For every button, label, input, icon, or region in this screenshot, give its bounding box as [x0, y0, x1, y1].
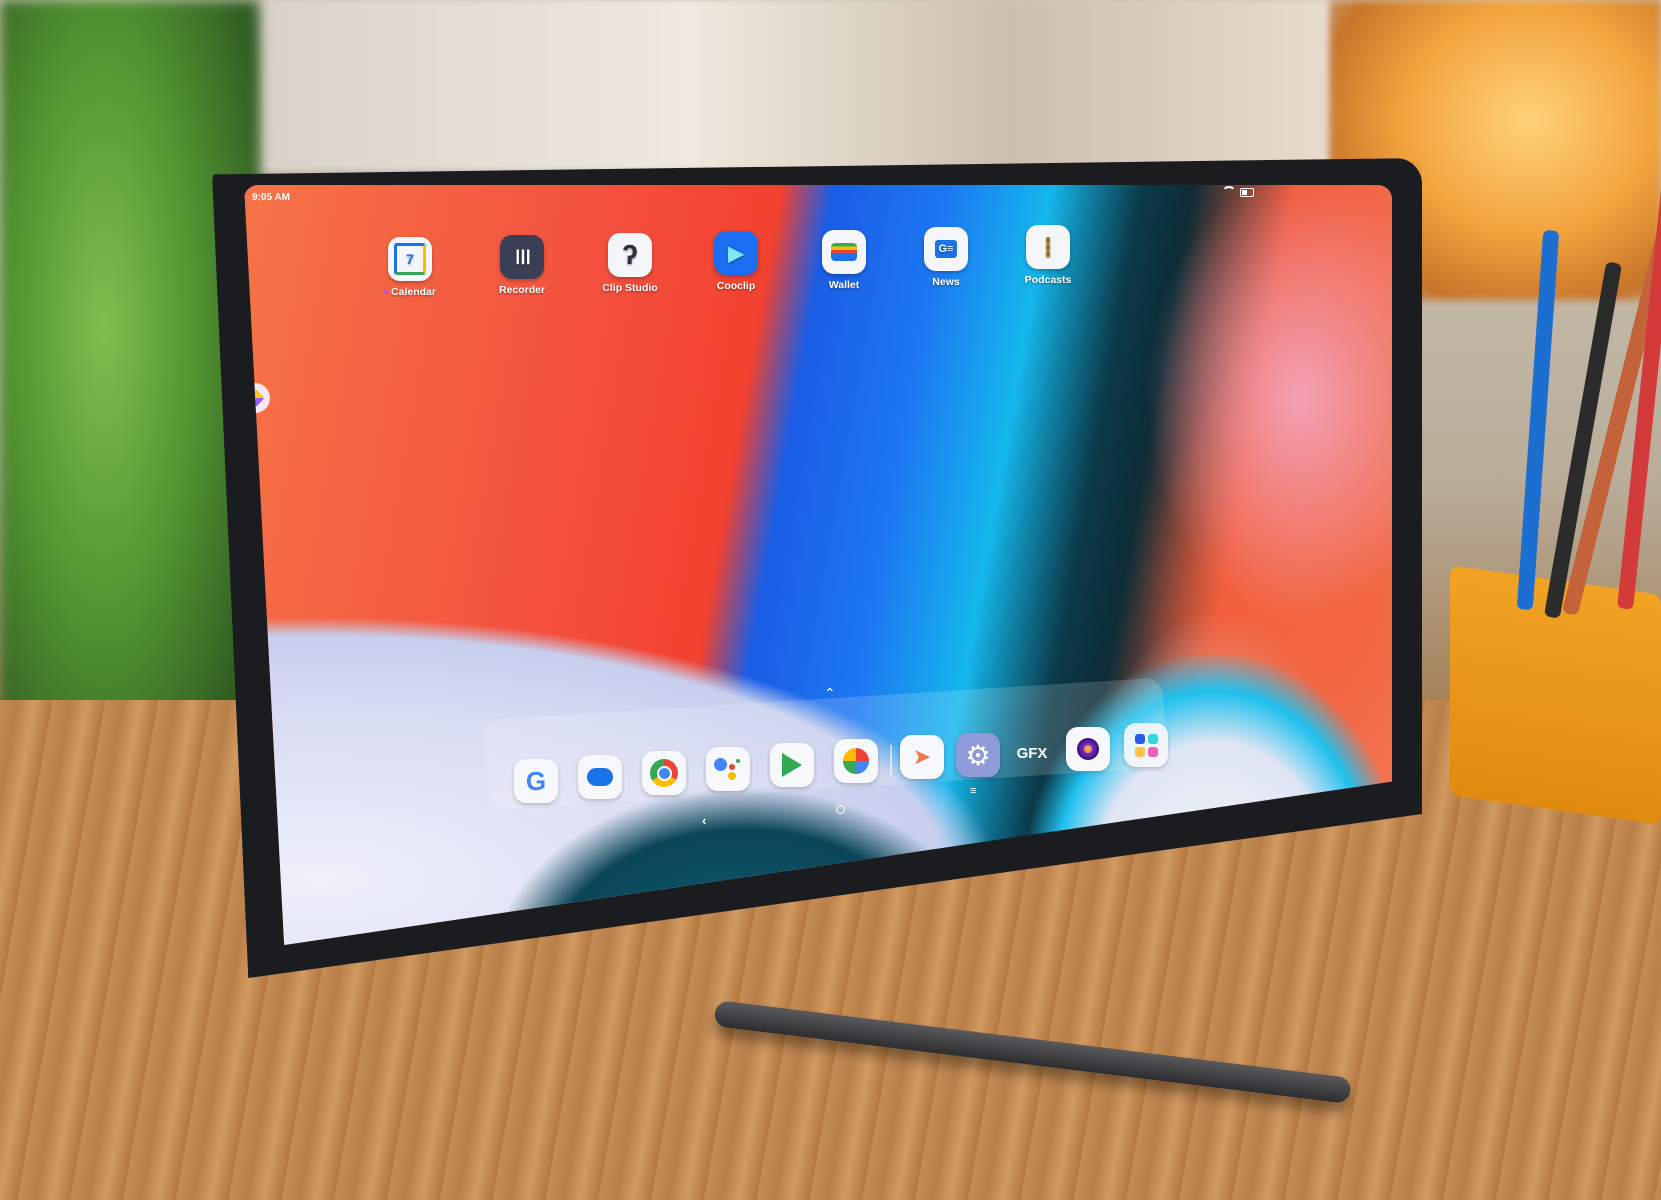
dock-chrome[interactable]	[642, 751, 686, 795]
freestyle-icon: ➤	[912, 744, 932, 769]
plants-background	[0, 0, 260, 820]
app-label: Podcasts	[1024, 274, 1072, 286]
nav-recents-button[interactable]: ≡	[970, 785, 976, 797]
app-label: Calendar	[391, 286, 436, 298]
dock-freestyle[interactable]: ➤	[900, 735, 944, 779]
dock-photos[interactable]	[834, 739, 878, 783]
google-icon: G	[525, 765, 547, 796]
chrome-icon	[650, 759, 678, 787]
status-bar: 9:05 AM	[244, 185, 1392, 207]
news-icon: G≡	[924, 227, 968, 271]
dock-separator	[890, 745, 892, 775]
wifi-icon	[1222, 186, 1236, 199]
cooclip-icon: ▶	[714, 231, 758, 275]
app-news[interactable]: G≡ News	[906, 227, 986, 288]
app-clip-studio[interactable]: ʔ Clip Studio	[590, 233, 670, 294]
new-app-dot	[384, 290, 389, 295]
battery-icon	[1240, 188, 1254, 197]
dock-messages[interactable]	[578, 755, 622, 799]
photos-icon	[843, 748, 869, 774]
nav-back-button[interactable]: ‹	[702, 813, 706, 828]
play-store-icon	[782, 753, 802, 777]
app-label: Cooclip	[716, 280, 756, 292]
nav-home-button[interactable]	[836, 802, 845, 817]
app-recorder[interactable]: ┃┃┃ Recorder	[482, 235, 562, 296]
recorder-icon: ┃┃┃	[500, 235, 544, 279]
app-label: Recorder	[498, 284, 546, 296]
room-background	[260, 0, 1330, 170]
home-icon	[836, 805, 845, 814]
gfx-icon: GFX	[1016, 744, 1048, 762]
camera-icon	[1077, 738, 1099, 760]
dock-play-store[interactable]	[770, 743, 814, 787]
settings-icon: ⚙	[965, 739, 991, 771]
dock-camera[interactable]	[1066, 727, 1110, 771]
dock-app-drawer[interactable]	[1124, 723, 1168, 767]
app-label: Wallet	[828, 279, 860, 291]
app-label: News	[932, 276, 960, 288]
clip-studio-icon: ʔ	[608, 233, 652, 277]
dock-assistant[interactable]	[706, 747, 750, 791]
calendar-icon: 7	[388, 237, 432, 281]
dock-gfx[interactable]: GFX	[1010, 731, 1054, 775]
dock-google[interactable]: G	[514, 759, 558, 803]
messages-icon	[587, 768, 613, 786]
app-podcasts[interactable]: ┇ Podcasts	[1008, 225, 1088, 286]
system-icons	[1222, 186, 1254, 199]
podcasts-icon: ┇	[1026, 225, 1070, 269]
app-wallet[interactable]: Wallet	[804, 230, 884, 291]
app-label: Clip Studio	[602, 282, 658, 294]
app-cooclip[interactable]: ▶ Cooclip	[696, 231, 776, 292]
dock-settings[interactable]: ⚙	[956, 733, 1000, 777]
clock: 9:05 AM	[252, 192, 290, 203]
app-drawer-icon	[1134, 733, 1158, 757]
app-calendar[interactable]: 7 Calendar	[370, 237, 450, 298]
assistant-icon	[714, 756, 742, 782]
wallet-icon	[822, 230, 866, 274]
